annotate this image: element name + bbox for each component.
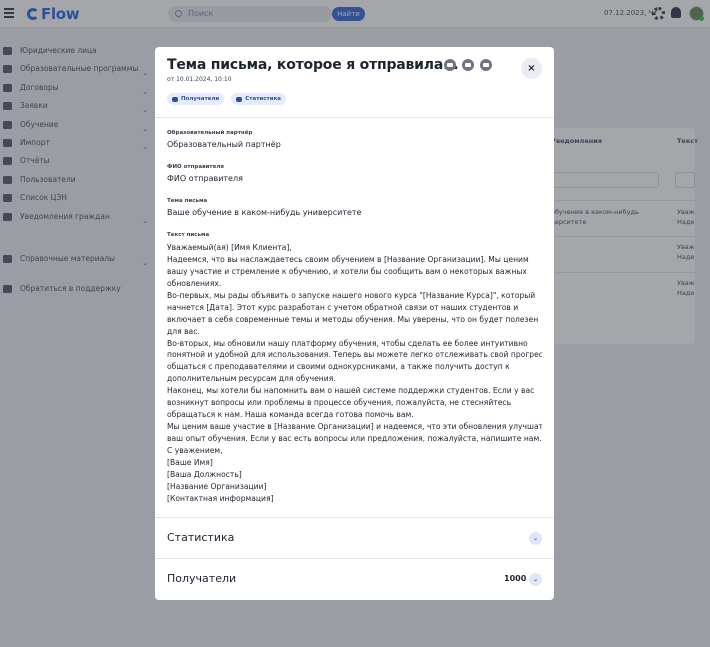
email-body-line: обновлениях. (167, 278, 222, 288)
email-body-line: возникнут вопросы или проблемы в процесс… (167, 398, 512, 408)
email-body: Уважаемый(ая) [Имя Клиента], Надеемся, чт… (167, 242, 542, 505)
email-body-line: для вас. (167, 326, 200, 336)
partner-label: Образовательный партнёр (167, 130, 253, 136)
email-body-line: С уважением, (167, 445, 223, 455)
subject-label: Тема письма (167, 198, 208, 204)
email-body-line: ваш опыт обучения. Если у вас есть вопро… (167, 434, 542, 443)
email-body-line: Наконец, мы хотели бы напомнить вам о на… (167, 386, 535, 396)
chat-icon (480, 59, 492, 71)
email-body-line: Мы ценим ваше участие в [Название Органи… (167, 422, 542, 432)
recipients-chip[interactable]: Получатели (167, 93, 225, 105)
statistics-chip[interactable]: Статистика (231, 93, 287, 105)
email-body-line: [Ваша Должность] (167, 469, 242, 479)
email-icon (444, 59, 456, 71)
subject-value: Ваше обучение в каком-нибудь университет… (167, 208, 362, 217)
email-body-line: [Ваше Имя] (167, 457, 213, 467)
chart-icon (236, 96, 243, 102)
partner-value: Образовательный партнёр (167, 140, 281, 149)
channel-icons (444, 59, 492, 71)
email-body-line: общаться с преподавателями и своими одно… (167, 362, 510, 372)
email-body-line: [Контактная информация] (167, 493, 274, 503)
email-body-line: начнется [Дата]. Этот курс разработан с … (167, 302, 519, 312)
email-body-line: вашу участие и стремление к обучению, и … (167, 266, 527, 276)
email-body-line: дополнительным ресурсам для обучения. (167, 374, 336, 384)
email-body-line: Во-первых, мы рады объявить о запуске на… (167, 290, 536, 300)
body-label: Текст письма (167, 232, 210, 238)
email-body-line: включает в себя современные темы и метод… (167, 314, 539, 324)
sender-value: ФИО отправителя (167, 174, 243, 183)
sender-label: ФИО отправителя (167, 164, 224, 170)
email-body-line: обращаться к нам. Наша команда всегда го… (167, 410, 414, 420)
email-body-line: Надеемся, что вы наслаждаетесь своим обу… (167, 254, 529, 264)
users-icon (172, 96, 178, 102)
email-details-modal: Тема письма, которое я отправила... × от… (155, 47, 554, 600)
statistics-accordion[interactable]: Статистика (167, 531, 234, 544)
modal-tabs: Получатели Статистика (167, 93, 287, 105)
chevron-down-icon[interactable]: ⌄ (529, 573, 542, 586)
email-body-line: Во-вторых, мы обновили нашу платформу об… (167, 338, 528, 348)
recipients-count: 1000 (504, 574, 527, 583)
recipients-accordion[interactable]: Получатели (167, 572, 236, 585)
sent-date: от 10.01.2024, 10:10 (167, 76, 232, 83)
email-body-line: Уважаемый(ая) [Имя Клиента], (167, 243, 292, 252)
modal-title: Тема письма, которое я отправила... (167, 57, 459, 73)
chip-label: Статистика (245, 96, 282, 102)
telegram-icon (462, 59, 474, 71)
chip-label: Получатели (181, 96, 220, 102)
close-button[interactable]: × (521, 58, 542, 79)
email-body-line: понятной и удобной для использования. Те… (167, 350, 542, 360)
chevron-down-icon[interactable]: ⌄ (529, 532, 542, 545)
email-body-line: [Название Организации] (167, 481, 267, 491)
